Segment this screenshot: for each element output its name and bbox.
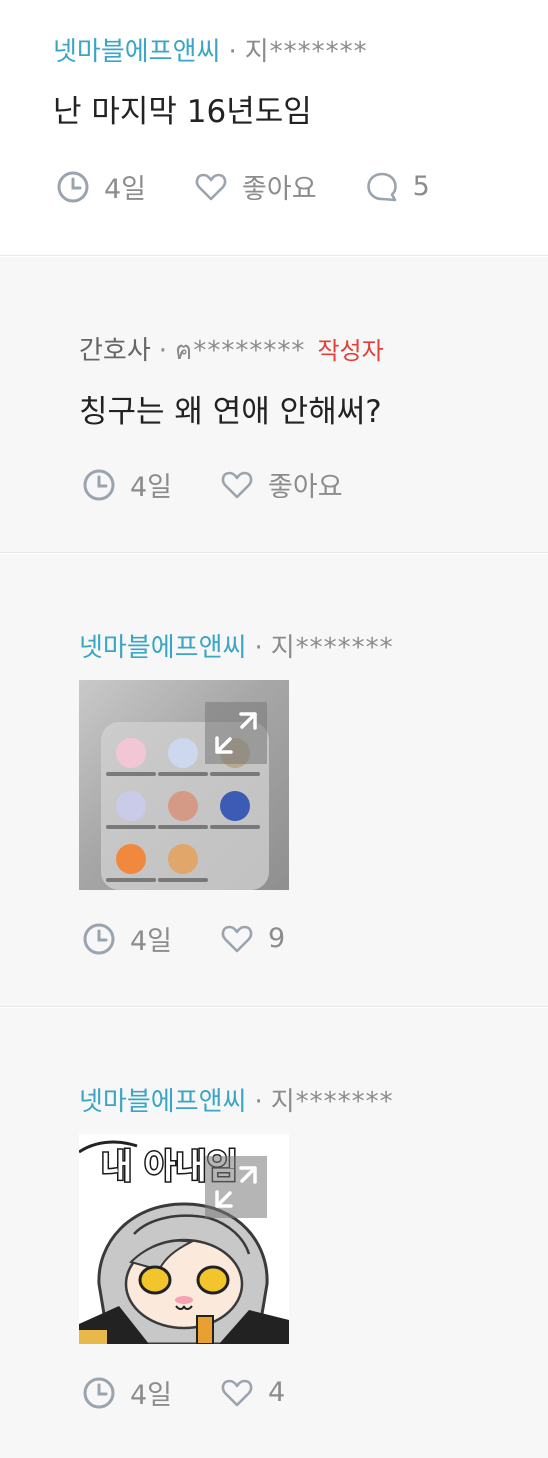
author-id: 지******* <box>270 633 394 663</box>
clock-icon <box>57 171 89 202</box>
reply-count[interactable]: 5 <box>413 171 430 202</box>
app-icon <box>220 791 250 821</box>
app-label <box>106 878 156 882</box>
comment-meta: 4일 좋아요 <box>82 465 391 504</box>
timestamp: 4일 <box>82 919 172 958</box>
app-label <box>210 772 260 776</box>
comment-author[interactable]: 넷마블에프앤씨 · 지******* <box>79 633 394 663</box>
comment-meta: 4일 9 <box>82 919 333 958</box>
separator-dot: · <box>254 633 263 663</box>
comment-author[interactable]: 간호사 · ฅ******** 작성자 <box>79 336 384 366</box>
expand-button[interactable] <box>205 1156 267 1218</box>
separator-dot: · <box>158 336 168 366</box>
like-button[interactable]: 9 <box>220 922 285 956</box>
app-icon <box>168 738 198 768</box>
reply-button[interactable]: 5 <box>365 170 430 204</box>
author-id: 지******* <box>270 1087 394 1117</box>
reply-item: 넷마블에프앤씨 · 지******* 4일 9 <box>0 554 548 1007</box>
heart-icon <box>221 471 253 498</box>
time-label: 4일 <box>130 1380 173 1411</box>
comment-meta: 4일 좋아요 5 <box>56 167 478 206</box>
clock-icon <box>83 469 115 500</box>
timestamp: 4일 <box>82 465 172 504</box>
separator-dot: · <box>254 1087 263 1117</box>
app-label <box>106 825 156 829</box>
app-label <box>106 772 156 776</box>
comment-meta: 4일 4 <box>82 1373 333 1412</box>
author-name[interactable]: 넷마블에프앤씨 <box>53 37 220 67</box>
time-label: 4일 <box>130 926 173 957</box>
reply-item: 넷마블에프앤씨 · 지******* 내 아내임 4일 4 <box>0 1008 548 1458</box>
author-name[interactable]: 간호사 <box>79 336 151 366</box>
app-icon <box>116 738 146 768</box>
like-button[interactable]: 좋아요 <box>194 167 317 206</box>
author-name[interactable]: 넷마블에프앤씨 <box>79 633 246 663</box>
heart-icon <box>195 173 227 200</box>
separator-dot: · <box>228 37 237 67</box>
like-label[interactable]: 좋아요 <box>268 465 343 504</box>
like-label[interactable]: 좋아요 <box>242 167 317 206</box>
expand-button[interactable] <box>205 702 267 764</box>
app-label <box>158 772 208 776</box>
like-count[interactable]: 4 <box>268 1377 285 1408</box>
app-label <box>158 878 208 882</box>
app-icon <box>168 791 198 821</box>
like-count[interactable]: 9 <box>268 923 285 954</box>
attached-sticker[interactable]: 내 아내임 <box>79 1134 289 1344</box>
heart-icon <box>221 1379 253 1406</box>
reply-item: 간호사 · ฅ******** 작성자 칭구는 왜 연애 안해써? 4일 좋아요 <box>0 257 548 553</box>
author-id: ฅ******** <box>175 336 306 366</box>
like-button[interactable]: 좋아요 <box>220 465 343 504</box>
heart-icon <box>221 925 253 952</box>
attached-image[interactable] <box>79 680 289 890</box>
like-button[interactable]: 4 <box>220 1376 285 1410</box>
time-label: 4일 <box>104 174 147 205</box>
timestamp: 4일 <box>82 1373 172 1412</box>
app-icon <box>116 791 146 821</box>
expand-icon <box>215 712 257 754</box>
comment-text: 칭구는 왜 연애 안해써? <box>79 394 382 430</box>
time-label: 4일 <box>130 472 173 503</box>
app-label <box>210 825 260 829</box>
clock-icon <box>83 1377 115 1408</box>
author-id: 지******* <box>244 37 368 67</box>
comment-item: 넷마블에프앤씨 · 지******* 난 마지막 16년도임 4일 좋아요 5 <box>0 0 548 256</box>
timestamp: 4일 <box>56 167 146 206</box>
comment-author[interactable]: 넷마블에프앤씨 · 지******* <box>79 1087 394 1117</box>
app-icon <box>116 844 146 874</box>
comment-author[interactable]: 넷마블에프앤씨 · 지******* <box>53 37 368 67</box>
app-icon <box>168 844 198 874</box>
speech-bubble-icon <box>366 172 397 201</box>
app-label <box>158 825 208 829</box>
clock-icon <box>83 923 115 954</box>
writer-badge: 작성자 <box>317 337 384 365</box>
author-name[interactable]: 넷마블에프앤씨 <box>79 1087 246 1117</box>
expand-icon <box>215 1166 257 1208</box>
comment-text: 난 마지막 16년도임 <box>53 94 312 130</box>
